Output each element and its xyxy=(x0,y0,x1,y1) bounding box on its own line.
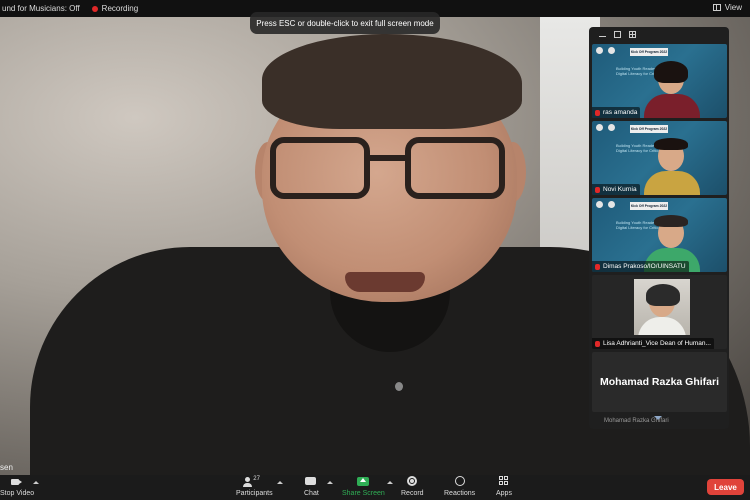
participant-tile[interactable]: Kick Off Program 2022 Building Youth Rea… xyxy=(592,121,727,195)
mic-muted-icon xyxy=(595,340,600,347)
participants-icon: 27 xyxy=(243,476,265,488)
share-screen-label: Share Screen xyxy=(342,490,385,497)
speaker-hair xyxy=(262,34,522,129)
apps-button[interactable]: Apps xyxy=(496,476,512,497)
participant-hair xyxy=(654,61,688,83)
participant-name: Novi Kurnia xyxy=(603,186,637,193)
fullscreen-exit-banner: Press ESC or double-click to exit full s… xyxy=(250,12,440,34)
stop-video-label: Stop Video xyxy=(0,490,35,497)
record-label: Record xyxy=(401,490,424,497)
mic-muted-icon xyxy=(595,263,600,270)
participant-name-label: Lisa Adhrianti_Vice Dean of Human... xyxy=(592,338,714,349)
slide-banner: Kick Off Program 2022 xyxy=(630,48,668,56)
logo-icon xyxy=(608,124,615,131)
view-button[interactable]: View xyxy=(712,3,742,12)
share-screen-icon xyxy=(356,476,370,488)
participant-name: ras amanda xyxy=(603,109,638,116)
reactions-button[interactable]: Reactions xyxy=(444,476,475,497)
recording-label: Recording xyxy=(101,4,139,13)
participant-name: Dimas Prakoso/IO/UINSATU xyxy=(603,263,686,270)
speaker-mouth xyxy=(345,272,425,292)
participant-tile[interactable]: Lisa Adhrianti_Vice Dean of Human... xyxy=(592,275,727,349)
record-icon xyxy=(405,476,419,488)
zoom-meeting-window: sen und for Musicians: Off Recording Vie… xyxy=(0,0,750,500)
participant-hair xyxy=(646,284,680,306)
speaker-glasses xyxy=(270,137,510,207)
share-options-caret-icon[interactable] xyxy=(387,481,393,484)
participant-gallery-panel: Kick Off Program 2022 Building Youth Rea… xyxy=(589,27,729,429)
participant-person xyxy=(644,138,700,195)
participant-name-label: Dimas Prakoso/IO/UINSATU xyxy=(592,261,689,272)
participant-video xyxy=(634,279,690,335)
scroll-down-chevron-icon[interactable] xyxy=(654,416,662,420)
logo-icon xyxy=(608,47,615,54)
record-button[interactable]: Record xyxy=(401,476,424,497)
glasses-lens-left xyxy=(270,137,370,199)
reactions-icon xyxy=(453,476,467,488)
recording-indicator[interactable]: Recording xyxy=(91,4,139,13)
participants-count: 27 xyxy=(253,476,260,482)
recording-dot-icon xyxy=(91,5,98,12)
participant-body xyxy=(644,171,700,195)
logo-icon xyxy=(596,47,603,54)
participant-name-card[interactable]: Mohamad Razka Ghifari xyxy=(592,352,727,412)
logo-icon xyxy=(596,201,603,208)
apps-label: Apps xyxy=(496,490,512,497)
grid-view-icon[interactable] xyxy=(629,31,636,38)
minimize-icon[interactable] xyxy=(599,32,606,37)
chat-button[interactable]: Chat xyxy=(304,476,319,497)
meeting-controls-toolbar: Stop Video 27 Participants Chat Share Sc… xyxy=(0,475,750,500)
main-speaker-name: sen xyxy=(0,463,13,472)
share-screen-button[interactable]: Share Screen xyxy=(342,476,385,497)
participants-label: Participants xyxy=(236,490,273,497)
original-sound-status[interactable]: und for Musicians: Off xyxy=(0,4,80,13)
participant-body xyxy=(638,317,686,335)
video-options-caret-icon[interactable] xyxy=(33,481,39,484)
reactions-label: Reactions xyxy=(444,490,476,497)
strip-view-icon[interactable] xyxy=(614,31,621,38)
participants-button[interactable]: 27 Participants xyxy=(236,476,273,497)
chat-label: Chat xyxy=(304,490,319,497)
participant-body xyxy=(644,94,700,118)
logo-icon xyxy=(608,201,615,208)
participant-name-label: ras amanda xyxy=(592,107,641,118)
participant-tile[interactable]: Kick Off Program 2022 Building Youth Rea… xyxy=(592,44,727,118)
view-layout-icon xyxy=(712,4,721,11)
shirt-button xyxy=(395,382,403,391)
participant-tile[interactable]: Kick Off Program 2022 Building Youth Rea… xyxy=(592,198,727,272)
participant-name-label: Novi Kurnia xyxy=(592,184,640,195)
view-label: View xyxy=(724,3,742,12)
chat-bubble-icon xyxy=(304,476,318,488)
glasses-lens-right xyxy=(405,137,505,199)
chat-options-caret-icon[interactable] xyxy=(327,481,333,484)
stop-video-button[interactable]: Stop Video xyxy=(0,476,34,497)
logo-icon xyxy=(596,124,603,131)
mic-muted-icon xyxy=(595,109,600,116)
slide-banner: Kick Off Program 2022 xyxy=(630,202,668,210)
leave-meeting-button[interactable]: Leave xyxy=(707,479,744,495)
gallery-toolbar xyxy=(589,27,729,42)
slide-banner: Kick Off Program 2022 xyxy=(630,125,668,133)
participant-hair xyxy=(654,215,688,227)
participant-person xyxy=(644,61,700,118)
participant-person xyxy=(638,284,686,335)
apps-icon xyxy=(497,476,511,488)
glasses-bridge xyxy=(370,155,406,161)
participants-options-caret-icon[interactable] xyxy=(277,481,283,484)
video-camera-icon xyxy=(10,476,24,488)
participant-name: Lisa Adhrianti_Vice Dean of Human... xyxy=(603,340,711,347)
participant-hair xyxy=(654,138,688,150)
mic-muted-icon xyxy=(595,186,600,193)
